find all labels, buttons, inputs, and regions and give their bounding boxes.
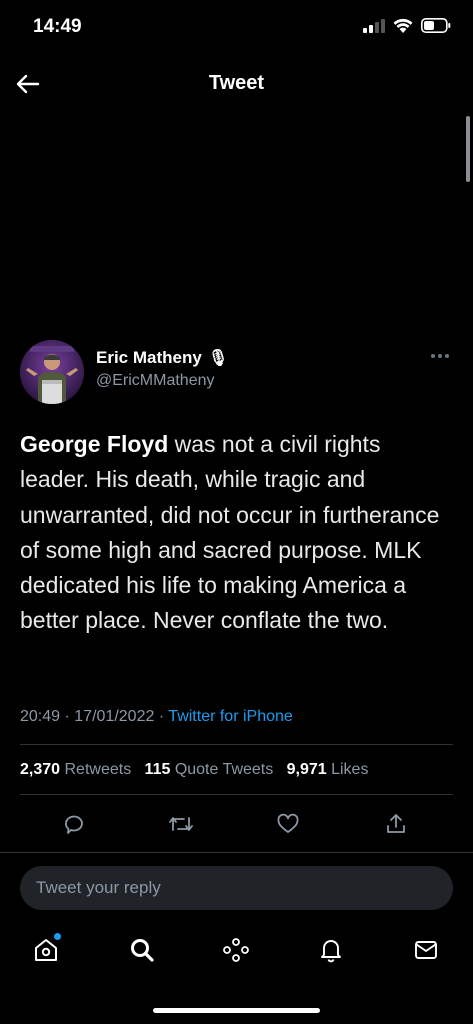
retweet-icon xyxy=(169,817,193,831)
tweet-meta: 20:49 · 17/01/2022 · Twitter for iPhone xyxy=(20,708,293,725)
avatar-photo xyxy=(20,340,84,404)
wifi-icon xyxy=(393,18,413,33)
retweets-stat[interactable]: 2,370 Retweets xyxy=(20,761,131,778)
cellular-signal-icon xyxy=(363,18,385,33)
mail-icon xyxy=(415,941,437,959)
like-button[interactable] xyxy=(270,806,306,842)
tab-bar xyxy=(0,928,473,972)
tweet-text-body: was not a civil rights leader. His death… xyxy=(20,431,440,634)
share-button[interactable] xyxy=(378,806,414,842)
reply-button[interactable] xyxy=(56,806,92,842)
scroll-indicator[interactable] xyxy=(466,116,470,182)
more-options-icon[interactable] xyxy=(425,346,455,366)
tweet-stats: 2,370 Retweets 115 Quote Tweets 9,971 Li… xyxy=(20,761,368,779)
divider xyxy=(20,744,453,745)
tab-notifications[interactable] xyxy=(309,928,353,972)
reply-box[interactable] xyxy=(20,866,453,910)
status-time: 14:49 xyxy=(33,16,82,37)
tweet-source-link[interactable]: Twitter for iPhone xyxy=(168,708,293,725)
search-icon xyxy=(131,939,154,962)
tab-search[interactable] xyxy=(120,928,164,972)
page-title: Tweet xyxy=(208,72,265,94)
tweet-text-bold[interactable]: George Floyd xyxy=(20,431,168,457)
tab-messages[interactable] xyxy=(404,928,448,972)
author-name[interactable]: Eric Matheny 🎙 xyxy=(96,348,228,368)
reply-input[interactable] xyxy=(20,866,453,910)
tweet-text: George Floyd was not a civil rights lead… xyxy=(20,427,450,639)
divider xyxy=(0,852,473,853)
retweet-button[interactable] xyxy=(163,806,199,842)
spaces-icon xyxy=(223,938,249,962)
heart-icon xyxy=(277,813,299,833)
avatar[interactable] xyxy=(20,340,84,404)
tweet-time: 20:49 xyxy=(20,708,61,725)
home-icon xyxy=(35,939,57,961)
status-icons xyxy=(363,18,451,33)
author-handle[interactable]: @EricMMatheny xyxy=(96,372,215,390)
battery-icon xyxy=(421,18,451,33)
author-name-text: Eric Matheny xyxy=(96,348,202,367)
quote-tweets-stat[interactable]: 115 Quote Tweets xyxy=(145,761,274,778)
divider xyxy=(20,794,453,795)
notification-dot xyxy=(54,933,61,940)
tweet-actions xyxy=(0,806,473,842)
bell-icon xyxy=(321,940,341,963)
reply-icon xyxy=(65,815,83,834)
tweet-date: 17/01/2022 xyxy=(74,708,155,725)
tab-spaces[interactable] xyxy=(214,928,258,972)
likes-stat[interactable]: 9,971 Likes xyxy=(287,761,369,778)
microphone-emoji: 🎙 xyxy=(207,350,229,367)
share-icon xyxy=(387,814,405,833)
tab-home[interactable] xyxy=(24,928,68,972)
home-indicator xyxy=(153,1008,320,1013)
